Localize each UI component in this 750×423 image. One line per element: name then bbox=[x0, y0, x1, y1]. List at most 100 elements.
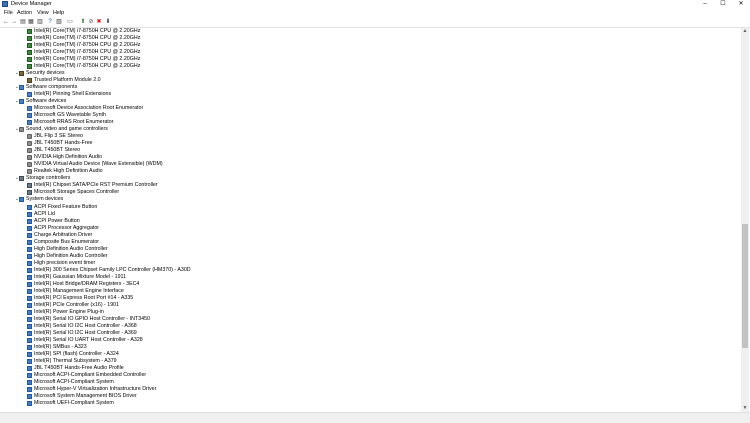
device-node[interactable]: Intel(R) Core(TM) i7-8750H CPU @ 2.20GHz bbox=[27, 42, 140, 49]
store-device-icon bbox=[27, 183, 32, 189]
device-node[interactable]: Intel(R) Core(TM) i7-8750H CPU @ 2.20GHz bbox=[27, 35, 140, 42]
device-node[interactable]: Intel(R) Power Engine Plug-in bbox=[27, 308, 104, 316]
back-icon[interactable]: ← bbox=[3, 19, 9, 25]
menu-help[interactable]: Help bbox=[53, 10, 64, 16]
device-node[interactable]: Intel(R) Serial IO UART Host Controller … bbox=[27, 337, 143, 344]
node-label: Intel(R) Core(TM) i7-8750H CPU @ 2.20GHz bbox=[34, 49, 141, 56]
node-label: Intel(R) SPI (flash) Controller - A324 bbox=[34, 350, 119, 357]
node-label: Software devices bbox=[26, 98, 67, 105]
node-label: Sound, video and game controllers bbox=[26, 126, 108, 133]
category-node[interactable]: ⌄ Sound, video and game controllers bbox=[15, 126, 108, 133]
device-node[interactable]: JBL T450BT Hands-Free Audio Profile bbox=[27, 365, 124, 372]
category-node[interactable]: ⌄ Software components bbox=[15, 84, 77, 91]
sound-device-icon bbox=[27, 155, 32, 161]
details-icon[interactable]: ▧ bbox=[56, 19, 62, 25]
device-node[interactable]: Intel(R) PCIe Controller (x16) - 1901 bbox=[27, 302, 119, 309]
node-label: Realtek High Definition Audio bbox=[34, 168, 103, 175]
node-label: High Definition Audio Controller bbox=[34, 245, 108, 252]
sys-device-icon bbox=[27, 204, 32, 210]
disable-icon[interactable]: ⊘ bbox=[88, 19, 94, 25]
device-node[interactable]: Intel(R) Chipset SATA/PCIe RST Premium C… bbox=[27, 182, 158, 189]
device-node[interactable]: Intel(R) PCI Express Root Port #14 - A33… bbox=[27, 295, 133, 302]
device-node[interactable]: High Definition Audio Controller bbox=[27, 245, 108, 253]
cpu-device-icon bbox=[27, 50, 32, 56]
device-node[interactable]: Microsoft RRAS Root Enumerator bbox=[27, 119, 113, 126]
device-node[interactable]: Microsoft Device Association Root Enumer… bbox=[27, 105, 144, 112]
device-node[interactable]: Microsoft UEFI-Compliant System bbox=[27, 400, 114, 407]
device-node[interactable]: Microsoft Hyper-V Virtualization Infrast… bbox=[27, 386, 156, 393]
scroll-up-icon[interactable]: ▲ bbox=[741, 28, 749, 35]
device-node[interactable]: Intel(R) Core(TM) i7-8750H CPU @ 2.20GHz bbox=[27, 63, 140, 70]
device-node[interactable]: Intel(R) Core(TM) i7-8750H CPU @ 2.20GHz bbox=[27, 49, 141, 56]
node-label: Intel(R) Power Engine Plug-in bbox=[34, 308, 104, 315]
scan-icon[interactable]: ⬇ bbox=[105, 19, 111, 25]
device-node[interactable]: JBL T450BT Hands-Free bbox=[27, 140, 93, 147]
sys-device-icon bbox=[27, 401, 32, 407]
device-node[interactable]: Intel(R) Host Bridge/DRAM Registers - 3E… bbox=[27, 281, 139, 288]
device-node[interactable]: ACPI Power Button bbox=[27, 218, 80, 225]
device-node[interactable]: JBL T450BT Stereo bbox=[27, 147, 80, 154]
device-node[interactable]: High precision event timer bbox=[27, 260, 95, 267]
device-node[interactable]: Microsoft System Management BIOS Driver bbox=[27, 393, 137, 400]
node-label: ACPI Lid bbox=[34, 210, 55, 217]
device-node[interactable]: ACPI Lid bbox=[27, 210, 55, 218]
device-node[interactable]: ACPI Fixed Feature Button bbox=[27, 204, 97, 211]
category-node[interactable]: ⌄ Security devices bbox=[15, 70, 65, 77]
menu-view[interactable]: View bbox=[37, 10, 49, 16]
comp-device-icon bbox=[27, 120, 32, 126]
menu-file[interactable]: File bbox=[4, 10, 13, 16]
device-node[interactable]: ACPI Processor Aggregator bbox=[27, 225, 99, 232]
node-label: Composite Bus Enumerator bbox=[34, 238, 100, 245]
category-node[interactable]: ⌄ Storage controllers bbox=[15, 175, 70, 182]
sys-device-icon bbox=[27, 260, 32, 266]
device-node[interactable]: Intel(R) Gaussian Mixture Model - 1911 bbox=[27, 274, 126, 281]
sys-device-icon bbox=[27, 394, 32, 400]
device-node[interactable]: Intel(R) Serial IO GPIO Host Controller … bbox=[27, 316, 150, 323]
device-node[interactable]: High Definition Audio Controller bbox=[27, 253, 108, 260]
category-node[interactable]: ⌄ Software devices bbox=[15, 98, 67, 105]
window-title: Device Manager bbox=[11, 1, 52, 7]
device-node[interactable]: Intel(R) Core(TM) i7-8750H CPU @ 2.20GHz bbox=[27, 28, 140, 35]
category-node[interactable]: ⌄ System devices bbox=[15, 196, 63, 203]
menu-action[interactable]: Action bbox=[17, 10, 32, 16]
uninstall-icon[interactable]: ✖ bbox=[96, 19, 102, 25]
device-node[interactable]: Intel(R) Thermal Subsystem - A379 bbox=[27, 358, 117, 365]
monitor-icon[interactable]: ▭ bbox=[67, 19, 73, 25]
device-node[interactable]: NVIDIA High Definition Audio bbox=[27, 154, 102, 161]
device-node[interactable]: Realtek High Definition Audio bbox=[27, 168, 103, 175]
node-label: Microsoft Device Association Root Enumer… bbox=[34, 105, 144, 112]
maximize-button[interactable]: ☐ bbox=[714, 0, 732, 9]
close-button[interactable]: ✕ bbox=[732, 0, 750, 9]
device-node[interactable]: Composite Bus Enumerator bbox=[27, 238, 100, 246]
device-node[interactable]: Intel(R) SPI (flash) Controller - A324 bbox=[27, 350, 119, 358]
node-label: JBL Flip 3 SE Stereo bbox=[34, 133, 83, 140]
forward-icon[interactable]: → bbox=[11, 19, 17, 25]
device-node[interactable]: Intel(R) 300 Series Chipset Family LPC C… bbox=[27, 267, 191, 274]
sys-device-icon bbox=[27, 288, 32, 294]
show-hide-icon[interactable]: ▦ bbox=[28, 19, 34, 25]
scroll-down-icon[interactable]: ▼ bbox=[741, 405, 749, 412]
device-node[interactable]: Intel(R) Management Engine Interface bbox=[27, 288, 124, 295]
properties-icon[interactable]: ▤ bbox=[20, 19, 26, 25]
device-node[interactable]: Intel(R) SMBus - A323 bbox=[27, 344, 87, 351]
device-node[interactable]: Charge Arbitration Driver bbox=[27, 232, 92, 239]
device-manager-icon bbox=[2, 1, 8, 7]
device-node[interactable]: Intel(R) Serial IO I2C Host Controller -… bbox=[27, 323, 137, 330]
help-icon[interactable]: ? bbox=[47, 19, 53, 25]
device-node[interactable]: JBL Flip 3 SE Stereo bbox=[27, 133, 83, 140]
scroll-thumb[interactable] bbox=[742, 224, 748, 348]
device-node[interactable]: Trusted Platform Module 2.0 bbox=[27, 77, 101, 84]
tree-icon[interactable]: ▥ bbox=[37, 19, 43, 25]
device-node[interactable]: Microsoft Storage Spaces Controller bbox=[27, 189, 119, 196]
device-node[interactable]: Intel(R) Serial IO I2C Host Controller -… bbox=[27, 330, 137, 337]
minimize-button[interactable]: – bbox=[696, 0, 714, 9]
device-node[interactable]: Microsoft GS Wavetable Synth bbox=[27, 112, 106, 119]
device-node[interactable]: NVIDIA Virtual Audio Device (Wave Extens… bbox=[27, 161, 163, 168]
device-node[interactable]: Intel(R) Core(TM) i7-8750H CPU @ 2.20GHz bbox=[27, 56, 140, 63]
sec-device-icon bbox=[19, 71, 24, 77]
update-driver-icon[interactable]: ⬆ bbox=[80, 19, 86, 25]
device-node[interactable]: Microsoft ACPI-Compliant Embedded Contro… bbox=[27, 372, 146, 379]
device-node[interactable]: Microsoft ACPI-Compliant System bbox=[27, 379, 114, 386]
vertical-scrollbar[interactable]: ▲ ▼ bbox=[741, 28, 749, 412]
device-node[interactable]: Intel(R) Pinning Shell Extensions bbox=[27, 91, 111, 98]
